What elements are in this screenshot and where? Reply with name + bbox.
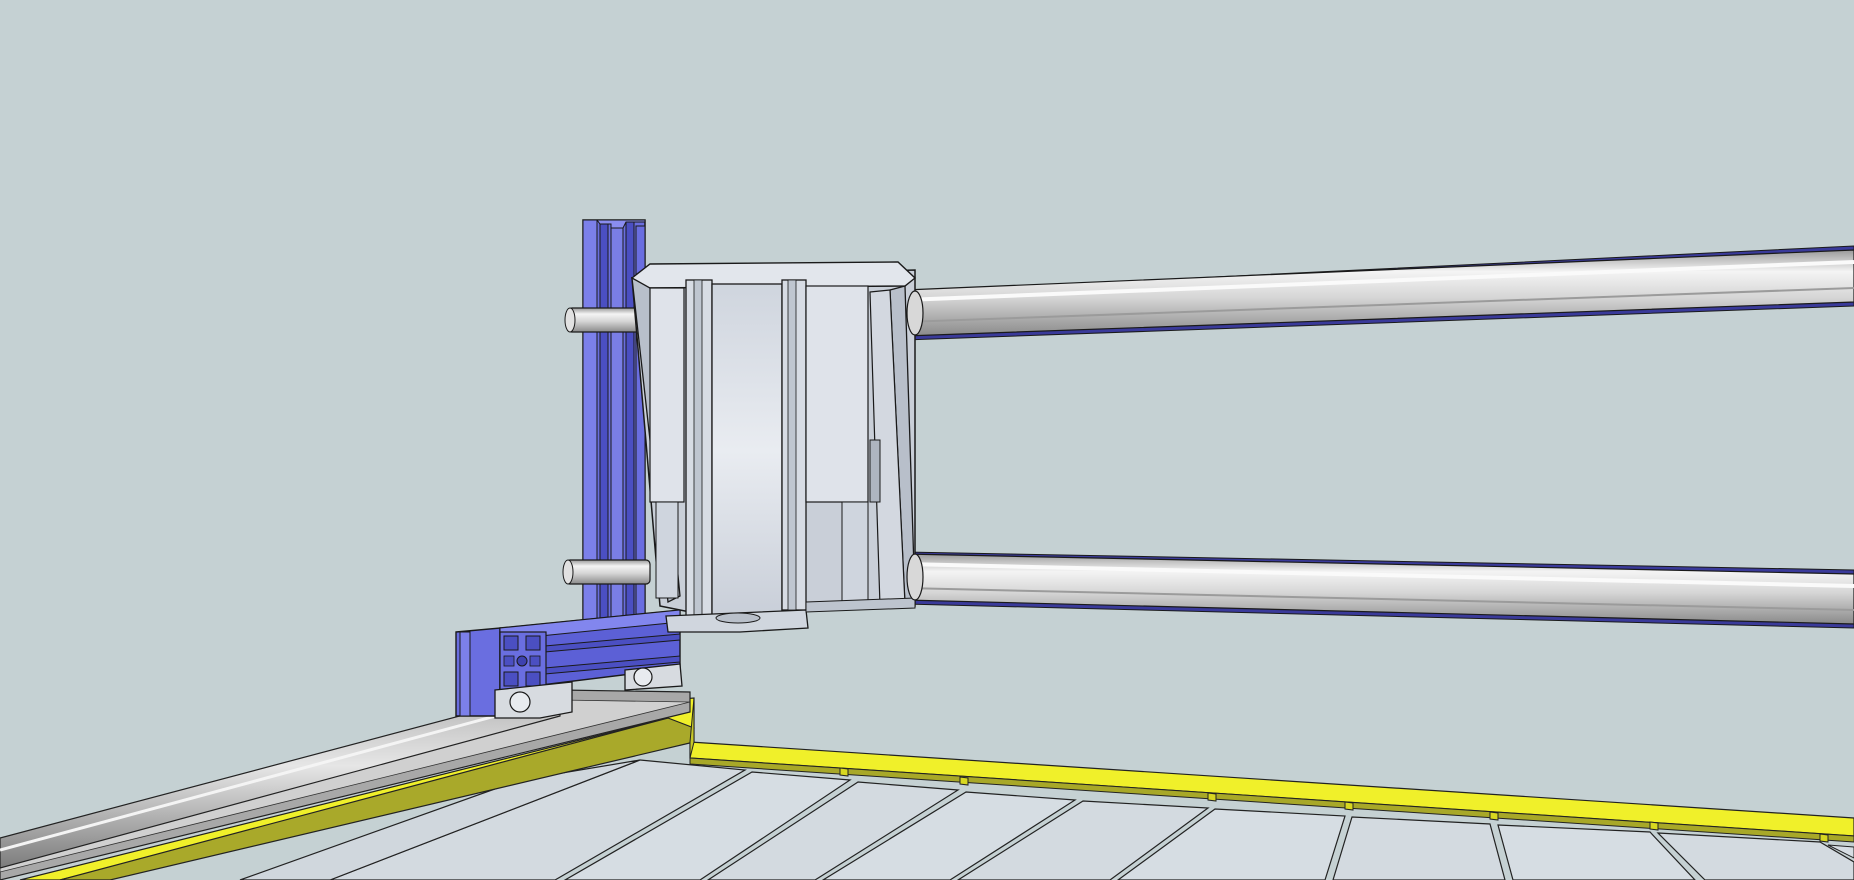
x-carriage-bracket [630,261,924,633]
table-slat [1332,816,1506,880]
cnc-router-3d-scene [0,0,1854,880]
scene-background [0,0,1854,880]
